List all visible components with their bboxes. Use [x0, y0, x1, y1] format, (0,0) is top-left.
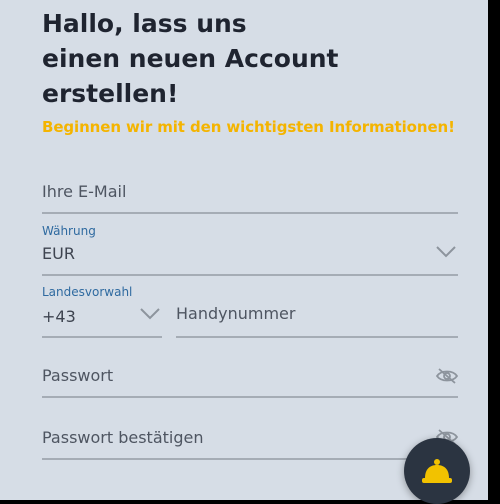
country-code-label: Landesvorwahl: [42, 285, 133, 299]
country-code-select[interactable]: Landesvorwahl +43: [42, 284, 162, 338]
currency-label: Währung: [42, 224, 96, 238]
page-title-line-2: einen neuen Account: [42, 44, 339, 73]
currency-select[interactable]: Währung EUR: [42, 222, 458, 276]
page-title-line-1: Hallo, lass uns: [42, 9, 247, 38]
chevron-down-icon[interactable]: [436, 246, 456, 258]
bell-icon: [422, 459, 452, 483]
password-confirm-field[interactable]: Passwort bestätigen: [42, 420, 458, 460]
support-bell-button[interactable]: [404, 438, 470, 504]
phone-field[interactable]: Handynummer: [176, 298, 458, 338]
signup-sheet: Hallo, lass uns einen neuen Account erst…: [0, 0, 488, 500]
screen-edge: [488, 0, 500, 500]
eye-off-icon[interactable]: [436, 367, 458, 385]
page-subtitle: Beginnen wir mit den wichtigsten Informa…: [42, 118, 455, 136]
page-title-line-3: erstellen!: [42, 79, 179, 108]
phone-placeholder: Handynummer: [176, 304, 296, 323]
email-placeholder: Ihre E-Mail: [42, 182, 127, 201]
password-field[interactable]: Passwort: [42, 360, 458, 398]
page-title: Hallo, lass uns einen neuen Account erst…: [42, 6, 462, 111]
password-confirm-placeholder: Passwort bestätigen: [42, 428, 204, 447]
password-placeholder: Passwort: [42, 366, 114, 385]
email-field[interactable]: Ihre E-Mail: [42, 176, 458, 214]
currency-value: EUR: [42, 244, 75, 263]
chevron-down-icon[interactable]: [140, 308, 160, 320]
country-code-value: +43: [42, 307, 76, 326]
signup-screen: Hallo, lass uns einen neuen Account erst…: [0, 0, 500, 504]
